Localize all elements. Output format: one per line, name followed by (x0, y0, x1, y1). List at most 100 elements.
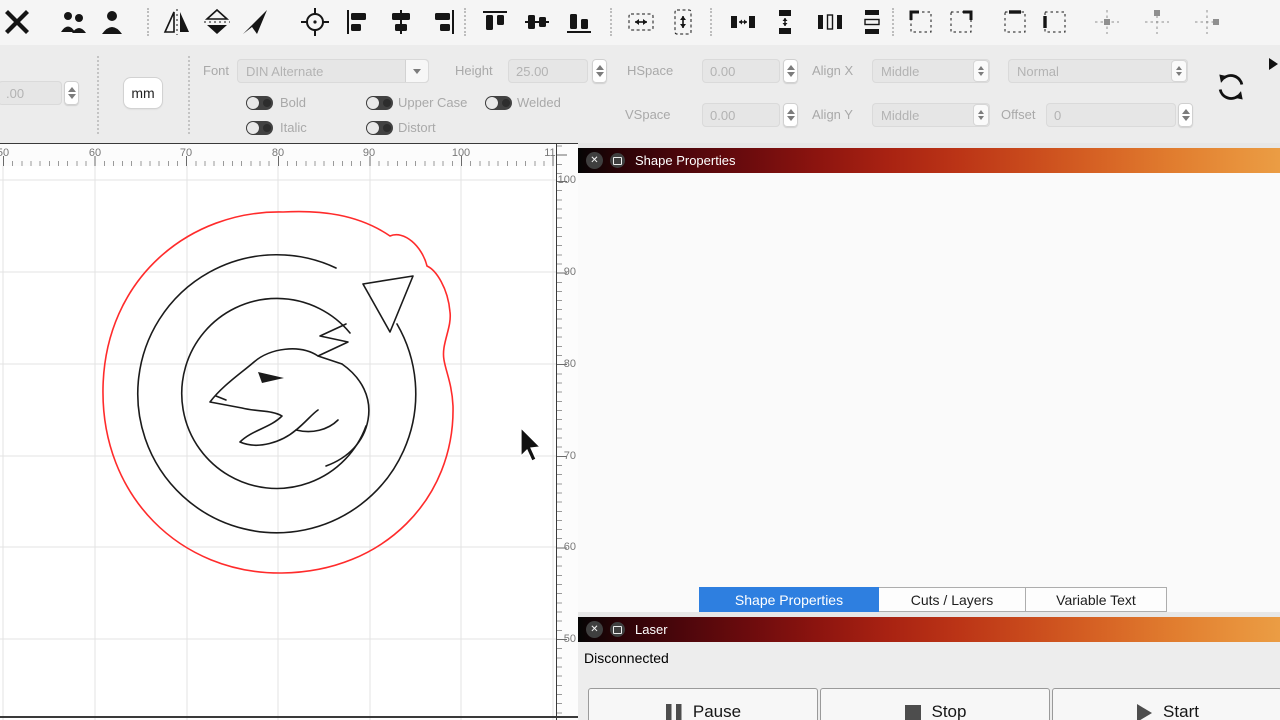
align-middle-icon[interactable] (522, 7, 552, 37)
ruler-number: 100 (452, 147, 470, 159)
offset-input[interactable]: 0 (1046, 103, 1176, 127)
pause-button[interactable]: Pause (588, 688, 818, 720)
pause-icon (665, 703, 683, 720)
flip-horizontal-icon[interactable] (162, 7, 192, 37)
tab-variable-text[interactable]: Variable Text (1025, 587, 1167, 612)
hspace-input[interactable]: 0.00 (702, 59, 780, 83)
vspace-value: 0.00 (710, 108, 735, 123)
chevron-updown-icon (1172, 61, 1186, 81)
text-style-select[interactable]: Normal (1008, 59, 1188, 83)
position-x-input[interactable]: .00 (0, 81, 62, 105)
float-window-icon[interactable] (610, 622, 625, 637)
align-center-horizontal-icon[interactable] (386, 7, 416, 37)
ungroup-icon[interactable] (97, 7, 127, 37)
height-stepper[interactable] (592, 59, 607, 83)
font-value: DIN Alternate (246, 64, 323, 79)
height-input[interactable]: 25.00 (508, 59, 588, 83)
ruler-number: 60 (564, 541, 576, 553)
font-label: Font (203, 59, 229, 83)
close-icon[interactable]: ✕ (586, 152, 603, 169)
hspace-value: 0.00 (710, 64, 735, 79)
shape-properties-titlebar: ✕ Shape Properties (578, 148, 1280, 173)
refresh-icon[interactable] (1216, 72, 1256, 112)
tab-shape-properties[interactable]: Shape Properties (699, 587, 879, 612)
tab-cuts-layers[interactable]: Cuts / Layers (878, 587, 1026, 612)
align-y-label: Align Y (812, 103, 853, 127)
position-center-1-icon[interactable] (1092, 7, 1122, 37)
vspace-label: VSpace (625, 103, 671, 127)
ruler-number: 70 (180, 147, 192, 159)
upper-case-label: Upper Case (398, 91, 467, 115)
position-corner-top-right-icon[interactable] (946, 7, 976, 37)
float-window-icon[interactable] (610, 153, 625, 168)
ruler-number: 60 (89, 147, 101, 159)
equal-horizontal-spacing-icon[interactable] (815, 7, 845, 37)
vspace-stepper[interactable] (783, 103, 798, 127)
chevron-down-icon[interactable] (405, 60, 428, 82)
ruler-number: 50 (564, 633, 576, 645)
toolbar-divider (464, 8, 466, 36)
vspace-input[interactable]: 0.00 (702, 103, 780, 127)
distort-toggle[interactable] (366, 121, 393, 135)
align-x-label: Align X (812, 59, 853, 83)
shape-properties-body (578, 173, 1280, 612)
arrangement-toolbar (0, 0, 1280, 46)
align-left-icon[interactable] (343, 7, 373, 37)
tools-icon[interactable] (2, 7, 32, 37)
toolbar-overflow-icon[interactable] (1269, 58, 1278, 70)
upper-case-toggle[interactable] (366, 96, 393, 110)
flip-vertical-icon[interactable] (202, 7, 232, 37)
dock-panel-area: ✕ Shape Properties Shape Properties Cuts… (578, 143, 1280, 720)
make-same-width-icon[interactable] (626, 7, 656, 37)
stop-icon (904, 703, 922, 720)
align-right-icon[interactable] (428, 7, 458, 37)
italic-toggle[interactable] (246, 121, 273, 135)
bold-toggle[interactable] (246, 96, 273, 110)
shear-icon[interactable] (240, 7, 270, 37)
units-button[interactable]: mm (124, 78, 162, 108)
ruler-number: 100 (558, 174, 576, 186)
align-top-icon[interactable] (480, 7, 510, 37)
ruler-number: 80 (272, 147, 284, 159)
hspace-stepper[interactable] (783, 59, 798, 83)
distribute-vertically-icon[interactable] (770, 7, 800, 37)
equal-vertical-spacing-icon[interactable] (857, 7, 887, 37)
laser-status: Disconnected (584, 650, 669, 666)
ruler-number: 90 (564, 266, 576, 278)
stop-button[interactable]: Stop (820, 688, 1050, 720)
design-canvas[interactable] (0, 166, 556, 720)
ruler-number: 90 (363, 147, 375, 159)
position-edge-left-icon[interactable] (1040, 7, 1070, 37)
canvas-boundary (0, 716, 578, 718)
font-dropdown[interactable]: DIN Alternate (237, 59, 429, 83)
welded-label: Welded (517, 91, 561, 115)
chevron-updown-icon (974, 105, 988, 125)
position-x-value: .00 (6, 86, 24, 101)
toolbar-divider (892, 8, 894, 36)
align-x-select[interactable]: Middle (872, 59, 990, 83)
position-center-2-icon[interactable] (1142, 7, 1172, 37)
align-bottom-icon[interactable] (564, 7, 594, 37)
group-icon[interactable] (58, 7, 88, 37)
position-corner-top-left-icon[interactable] (906, 7, 936, 37)
toolbar-divider (188, 56, 190, 134)
start-button[interactable]: Start (1052, 688, 1280, 720)
distribute-horizontally-icon[interactable] (728, 7, 758, 37)
chevron-updown-icon (974, 61, 988, 81)
text-options-toolbar: .00 mm Font DIN Alternate Height 25.00 H… (0, 45, 1280, 143)
focus-position-icon[interactable] (300, 7, 330, 37)
position-edge-top-icon[interactable] (1000, 7, 1030, 37)
welded-toggle[interactable] (485, 96, 512, 110)
make-same-height-icon[interactable] (668, 7, 698, 37)
offset-label: Offset (1001, 103, 1035, 127)
italic-label: Italic (280, 116, 307, 140)
position-center-3-icon[interactable] (1192, 7, 1222, 37)
laser-titlebar: ✕ Laser (578, 617, 1280, 642)
align-y-select[interactable]: Middle (872, 103, 990, 127)
horizontal-ruler: 50 60 70 80 90 100 110 (0, 143, 556, 166)
position-x-stepper[interactable] (64, 81, 79, 105)
hspace-label: HSpace (627, 59, 673, 83)
align-y-value: Middle (881, 108, 919, 123)
close-icon[interactable]: ✕ (586, 621, 603, 638)
offset-stepper[interactable] (1178, 103, 1193, 127)
